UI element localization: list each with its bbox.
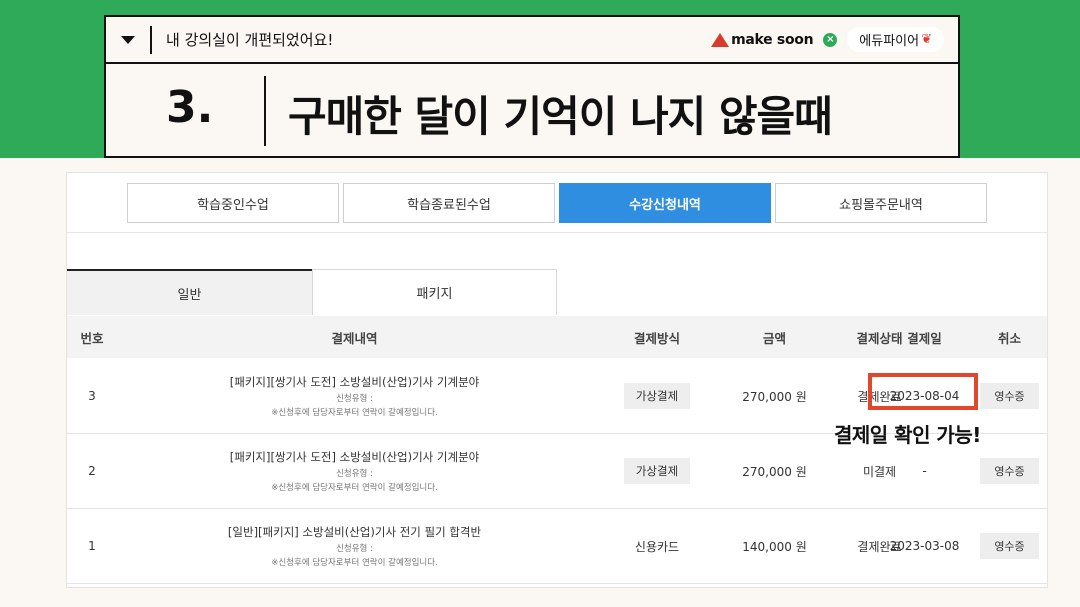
header-card: 내 강의실이 개편되었어요! make soon × 에듀파이어 ❦ 3. 구매… — [104, 15, 960, 158]
registration-note: ※신청후에 담당자로부터 연락이 갈예정입니다. — [271, 483, 438, 493]
makesoon-wordmark: make soon — [731, 31, 814, 48]
row-detail: [일반][패키지] 소방설비(산업)기사 전기 필기 합격반 신청유형 : ※신… — [117, 509, 592, 583]
payment-date-callout: 결제일 확인 가능! — [834, 423, 981, 447]
row-cancel: 영수증 — [972, 359, 1047, 433]
makesoon-logo: make soon — [711, 31, 814, 48]
subtab-package[interactable]: 패키지 — [312, 269, 557, 315]
row-amount: 270,000 원 — [742, 389, 807, 404]
col-header-date: 결제일 — [907, 330, 942, 346]
col-header-number: 번호 — [80, 330, 104, 346]
row-method: 가상결제 — [592, 434, 722, 508]
row-date: 2023-03-08 — [889, 539, 960, 553]
slide-title: 구매한 달이 기억이 나지 않을때 — [288, 92, 833, 141]
collab-x-icon: × — [823, 32, 838, 47]
row-cancel: 영수증 — [972, 434, 1047, 508]
receipt-button[interactable]: 영수증 — [980, 533, 1039, 559]
main-tabs: 학습중인수업 학습종료된수업 수강신청내역 쇼핑몰주문내역 — [67, 173, 1047, 233]
course-title: [패키지][쌍기사 도전] 소방설비(산업)기사 기계분야 — [229, 450, 480, 464]
col-header-cancel: 취소 — [997, 330, 1021, 346]
payment-method-chip: 가상결제 — [623, 383, 691, 409]
row-method: 가상결제 — [592, 359, 722, 433]
row-amount: 270,000 원 — [742, 464, 807, 479]
tab-shop-orders[interactable]: 쇼핑몰주문내역 — [775, 183, 987, 223]
notice-toggle-button[interactable] — [106, 17, 150, 62]
makesoon-mark-icon — [711, 32, 730, 47]
edufire-wordmark: 에듀파이어 — [859, 34, 920, 49]
tab-enrollment-history[interactable]: 수강신청내역 — [559, 183, 771, 223]
col-header-method: 결제방식 — [633, 330, 680, 346]
row-detail: [패키지][쌍기사 도전] 소방설비(산업)기사 기계분야 신청유형 : ※신청… — [117, 434, 592, 508]
flame-icon: ❦ — [921, 32, 932, 47]
slide-title-row: 3. 구매한 달이 기억이 나지 않을때 — [106, 66, 958, 156]
subtab-general[interactable]: 일반 — [67, 269, 312, 315]
notice-text: 내 강의실이 개편되었어요! — [166, 31, 334, 49]
notice-bar: 내 강의실이 개편되었어요! make soon × 에듀파이어 ❦ — [106, 17, 958, 64]
step-number: 3. — [166, 82, 214, 133]
row-number: 2 — [88, 464, 96, 478]
caret-down-icon — [121, 35, 135, 44]
course-title: [일반][패키지] 소방설비(산업)기사 전기 필기 합격반 — [227, 525, 482, 539]
col-header-amount: 금액 — [762, 330, 786, 346]
col-header-detail: 결제내역 — [331, 330, 378, 346]
tab-learning-classes[interactable]: 학습중인수업 — [127, 183, 339, 223]
row-detail: [패키지][쌍기사 도전] 소방설비(산업)기사 기계분야 신청유형 : ※신청… — [117, 359, 592, 433]
registration-note: ※신청후에 담당자로부터 연락이 갈예정입니다. — [271, 558, 438, 568]
brand-area: make soon × 에듀파이어 ❦ — [711, 27, 944, 52]
table-row: 1 [일반][패키지] 소방설비(산업)기사 전기 필기 합격반 신청유형 : … — [67, 509, 1047, 584]
receipt-button[interactable]: 영수증 — [980, 383, 1039, 409]
payment-date-highlight-box — [868, 373, 978, 410]
registration-type: 신청유형 : — [336, 544, 373, 554]
row-number: 3 — [88, 389, 96, 403]
table-header: 번호 결제내역 결제방식 금액 결제상태 결제일 취소 — [67, 316, 1047, 358]
registration-type: 신청유형 : — [336, 394, 373, 404]
payment-method-chip: 가상결제 — [623, 458, 691, 484]
row-method: 신용카드 — [634, 539, 680, 554]
course-title: [패키지][쌍기사 도전] 소방설비(산업)기사 기계분야 — [229, 375, 480, 389]
registration-type: 신청유형 : — [336, 469, 373, 479]
row-amount: 140,000 원 — [742, 539, 807, 554]
registration-note: ※신청후에 담당자로부터 연락이 갈예정입니다. — [271, 408, 438, 418]
edufire-logo: 에듀파이어 ❦ — [847, 27, 944, 52]
notice-divider — [150, 25, 152, 54]
tab-finished-classes[interactable]: 학습종료된수업 — [343, 183, 555, 223]
row-cancel: 영수증 — [972, 509, 1047, 583]
row-number: 1 — [88, 539, 96, 553]
receipt-button[interactable]: 영수증 — [980, 458, 1039, 484]
title-divider — [264, 76, 266, 146]
